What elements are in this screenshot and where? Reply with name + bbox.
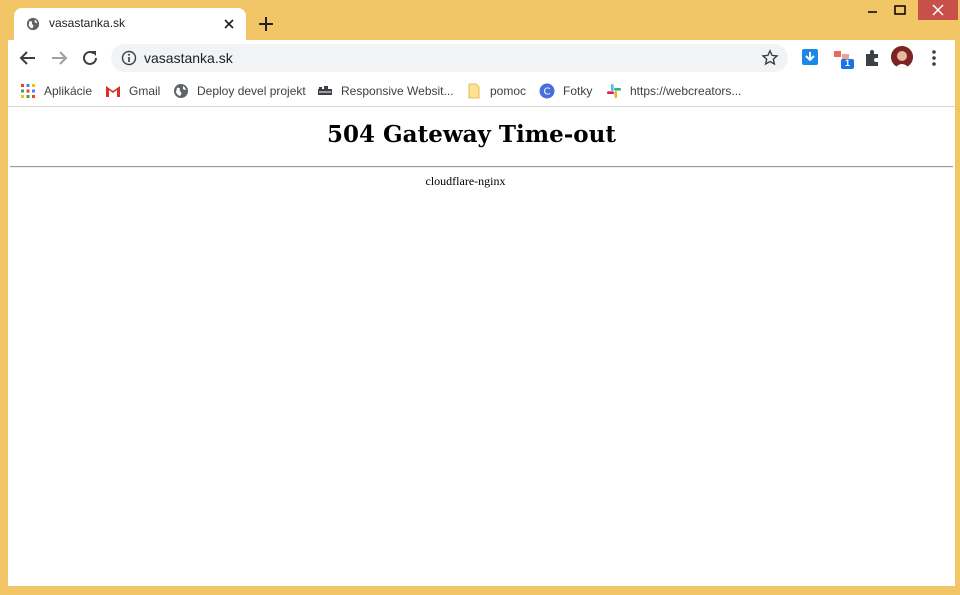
browser-toolbar: vasastanka.sk 1 <box>8 40 955 76</box>
reload-icon[interactable] <box>81 49 99 67</box>
extensions-puzzle-icon[interactable] <box>863 48 881 68</box>
extension-badge: 1 <box>845 58 851 68</box>
url-text[interactable]: vasastanka.sk <box>144 50 233 66</box>
title-bar: vasastanka.sk <box>0 0 960 40</box>
profile-avatar[interactable] <box>891 46 913 68</box>
info-icon[interactable] <box>121 50 137 66</box>
bookmark-label: https://webcreators... <box>630 84 742 98</box>
slack-icon <box>607 84 621 98</box>
bookmark-label: pomoc <box>490 84 527 98</box>
bookmark-label: Fotky <box>563 84 593 98</box>
more-menu-icon[interactable] <box>930 49 938 67</box>
gmail-icon <box>106 86 120 97</box>
bookmark-fotky[interactable]: C Fotky <box>539 82 592 100</box>
window-close-icon[interactable] <box>918 0 958 20</box>
bookmark-apps[interactable]: Aplikácie <box>20 82 92 100</box>
horizontal-rule <box>10 166 953 168</box>
bookmark-label: Deploy devel projekt <box>197 84 306 98</box>
bookmarks-bar: Aplikácie Gmail Deploy devel projekt Res… <box>8 76 955 107</box>
bookmark-gmail[interactable]: Gmail <box>105 82 160 100</box>
address-bar[interactable]: vasastanka.sk <box>111 44 788 72</box>
close-tab-icon[interactable] <box>221 16 237 32</box>
apps-grid-icon <box>21 84 35 98</box>
tab-title: vasastanka.sk <box>49 16 126 30</box>
extension-with-badge-icon[interactable]: 1 <box>833 48 855 69</box>
server-signature: cloudflare-nginx <box>425 174 506 188</box>
globe-icon <box>174 84 188 98</box>
bookmark-webcreators[interactable]: https://webcreators... <box>606 82 741 100</box>
forward-icon[interactable] <box>50 49 68 67</box>
fotky-icon: C <box>539 83 555 99</box>
bookmark-pomoc[interactable]: pomoc <box>466 82 526 100</box>
bookmark-label: Aplikácie <box>44 84 93 98</box>
bookmark-label: Responsive Websit... <box>341 84 454 98</box>
maximize-icon[interactable] <box>890 0 910 22</box>
browser-tab[interactable]: vasastanka.sk <box>14 8 246 40</box>
bookmark-label: Gmail <box>129 84 161 98</box>
minimize-icon[interactable] <box>863 0 883 22</box>
bookmark-star-icon[interactable] <box>761 49 779 67</box>
new-tab-icon[interactable] <box>257 15 275 33</box>
page-heading: 504 Gateway Time-out <box>327 121 616 148</box>
bookmark-deploy[interactable]: Deploy devel projekt <box>173 82 306 100</box>
devices-icon <box>318 86 332 95</box>
folder-icon <box>468 83 480 99</box>
page-viewport: 504 Gateway Time-out cloudflare-nginx <box>8 107 955 586</box>
svg-text:C: C <box>544 87 551 98</box>
download-extension-icon[interactable] <box>801 48 819 68</box>
globe-icon <box>26 17 40 31</box>
bookmark-responsive[interactable]: Responsive Websit... <box>317 82 454 100</box>
back-icon[interactable] <box>19 49 37 67</box>
